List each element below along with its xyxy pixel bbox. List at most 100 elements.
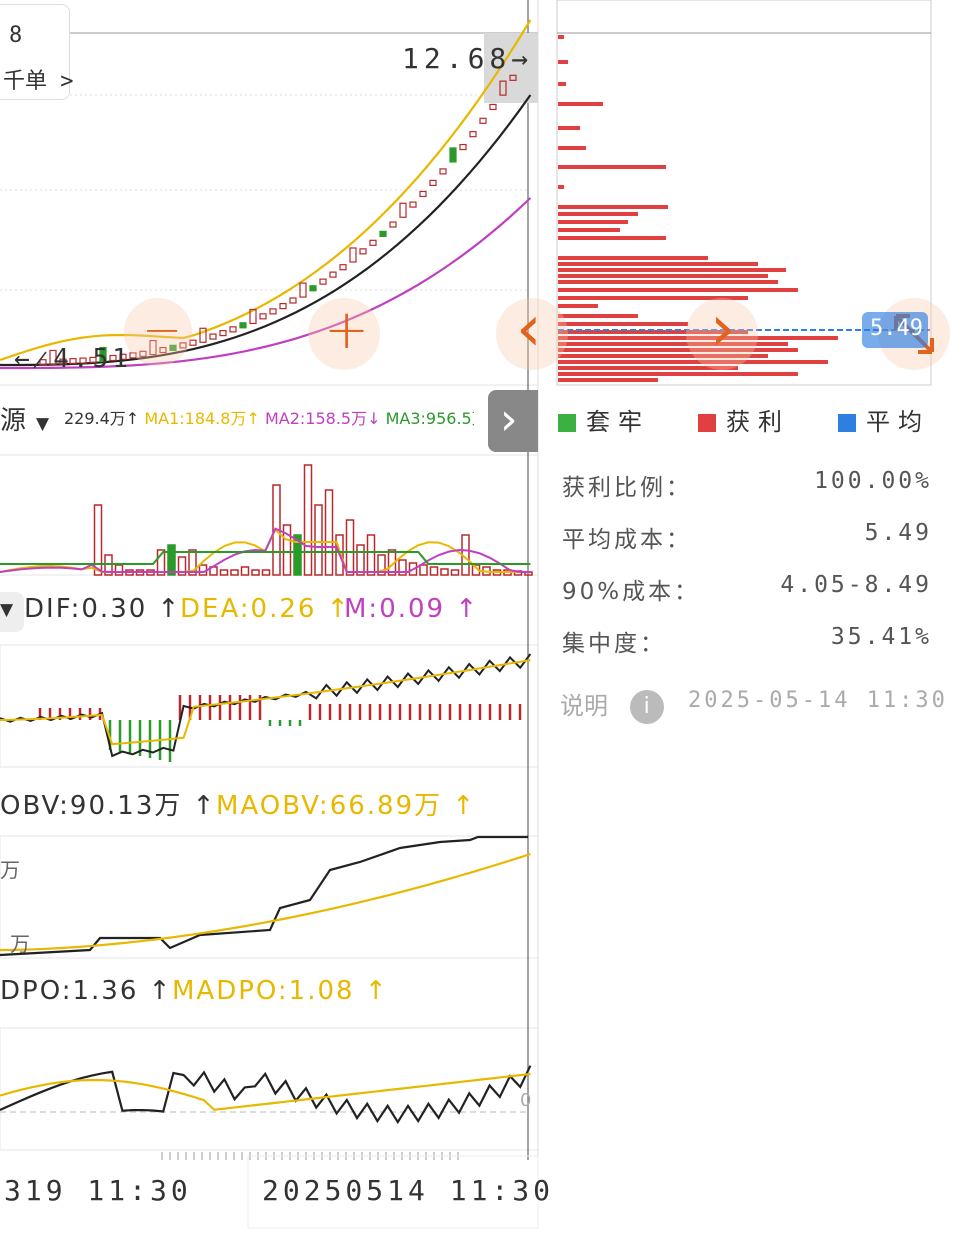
chip-bar: [558, 268, 786, 272]
maobv-line: [0, 852, 531, 952]
candle: [379, 230, 387, 237]
volume-bar: [324, 489, 334, 576]
chip-bar: [558, 378, 658, 382]
chip-bar: [558, 126, 580, 130]
vol-ma2-line: [0, 527, 531, 573]
legend-swatch: [838, 414, 856, 432]
volume-bar: [450, 569, 460, 576]
chevron-right-icon: ›: [500, 394, 518, 445]
chevron-left-icon: ‹: [516, 292, 542, 366]
volume-dropdown[interactable]: 源 ▼: [0, 400, 60, 437]
candle: [219, 329, 227, 337]
candle: [229, 326, 237, 333]
candle: [389, 221, 397, 228]
candle: [259, 313, 267, 320]
indicator-dropdown[interactable]: ▼: [0, 592, 24, 632]
volume-bar: [114, 564, 124, 576]
top-left-number: 8: [9, 23, 23, 48]
volume-bar: [261, 569, 271, 576]
obv-frame: [0, 835, 539, 959]
candle: [479, 117, 487, 124]
high-price-label: 12.68→: [402, 42, 534, 75]
dpo-zero-label: 0: [520, 1090, 532, 1111]
note-button[interactable]: 说明 i: [560, 686, 664, 724]
chevron-right-icon: ›: [710, 292, 736, 366]
next-button[interactable]: ›: [686, 292, 758, 370]
obv-line: [0, 835, 528, 957]
chip-bar: [558, 236, 666, 240]
obv-value: OBV:90.13万 ↑: [0, 791, 217, 821]
stat-profit-ratio: 获利比例： 100.00%: [562, 468, 932, 501]
chip-bar: [558, 82, 566, 86]
plus-icon: +: [324, 298, 370, 361]
zoom-in-button[interactable]: +: [308, 298, 380, 370]
volume-bar: [314, 504, 323, 576]
chip-bar: [558, 304, 598, 308]
volume-bar: [356, 544, 365, 576]
avg-cost-tag: 5.49: [862, 312, 928, 348]
chip-bar: [558, 165, 666, 169]
minus-icon: −: [142, 302, 183, 358]
volume-bar: [440, 568, 449, 576]
chip-bar: [558, 372, 798, 376]
legend-swatch: [558, 414, 576, 432]
chip-timestamp: 2025-05-14 11:30: [688, 688, 948, 713]
macd-frame: [0, 644, 539, 768]
menu-card[interactable]: 8 千单 >: [0, 4, 74, 100]
candle: [369, 239, 377, 246]
prev-button[interactable]: ‹: [496, 292, 568, 370]
obv-axis-top: 万: [0, 858, 20, 882]
macd-dif: DIF:0.30 ↑: [24, 594, 182, 624]
chip-bar: [558, 102, 603, 106]
volume-bar: [251, 569, 260, 576]
chip-bar: [558, 185, 564, 189]
chip-bar: [558, 146, 586, 150]
candle: [469, 131, 477, 138]
panel-toggle-button[interactable]: ›: [488, 390, 538, 452]
madpo-line: [0, 1072, 531, 1111]
volume-value: 229.4万↑: [64, 409, 140, 428]
volume-indicator-row: 229.4万↑ MA1:184.8万↑ MA2:158.5万↓ MA3:956.…: [64, 405, 474, 429]
zoom-out-button[interactable]: −: [124, 298, 192, 366]
legend-profit: 获利: [698, 402, 790, 437]
chip-bar: [558, 280, 778, 284]
volume-bar: [419, 564, 428, 576]
dea-line: [0, 659, 531, 746]
volume-bar: [345, 519, 355, 576]
time-left-label: 319 11:30: [4, 1174, 192, 1207]
legend-average: 平均: [838, 402, 930, 437]
madpo-value: MADPO:1.08 ↑: [172, 976, 389, 1006]
vol-ma3-line: [0, 551, 531, 565]
candle: [459, 143, 467, 151]
chip-bar: [558, 256, 708, 260]
ma-magenta-line: [0, 197, 532, 370]
volume-bar: [167, 544, 176, 576]
candle: [319, 278, 327, 285]
caret-down-icon: ▼: [36, 414, 50, 434]
macd-dea: DEA:0.26 ↑: [180, 594, 351, 624]
info-icon: i: [629, 690, 664, 724]
chip-bar: [558, 262, 758, 266]
chip-bar: [558, 360, 828, 364]
caret-down-icon: ▼: [0, 600, 14, 620]
dpo-line: [0, 1065, 532, 1125]
volume-bar: [366, 534, 376, 576]
chip-bar: [558, 274, 768, 278]
legend-swatch: [698, 414, 716, 432]
dpo-value: DPO:1.36 ↑: [0, 976, 173, 1006]
low-price-label: ← 4.51: [14, 344, 132, 374]
candle: [409, 201, 417, 208]
candle: [339, 264, 347, 271]
candle: [399, 202, 407, 218]
candle: [359, 248, 367, 255]
candle: [449, 147, 457, 163]
candle: [489, 103, 497, 111]
stat-avg-cost: 平均成本： 5.49: [562, 520, 932, 553]
candle: [269, 308, 277, 315]
chip-bar: [558, 322, 688, 326]
volume-ma3: MA3:956.5万↑: [385, 409, 474, 428]
volume-bar: [303, 464, 313, 576]
volume-ma1: MA1:184.8万↑: [144, 409, 260, 428]
chip-bar: [558, 60, 568, 64]
top-left-menu[interactable]: 千单 >: [3, 63, 74, 95]
